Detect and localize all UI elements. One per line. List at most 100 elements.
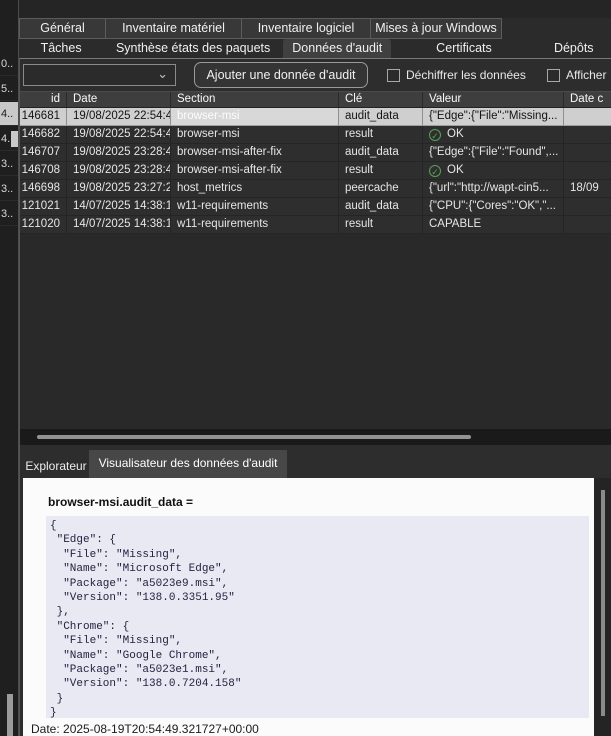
cell-value: ✓OK (423, 162, 564, 179)
chevron-down-icon: ⌄ (157, 66, 168, 82)
cell-section: w11-requirements (171, 216, 339, 233)
cell-id: 146681 (20, 108, 67, 125)
left-row-number[interactable]: 4.. (0, 102, 18, 126)
viewer-title: browser-msi.audit_data = (48, 495, 193, 509)
tab-synth-se-tats-des-paquets[interactable]: Synthèse états des paquets (103, 39, 283, 58)
table-row[interactable]: 12102114/07/2025 14:38:12w11-requirement… (20, 198, 611, 216)
cell-value: {"url":"http://wapt-cin5... (423, 180, 564, 197)
tab-g-n-ral[interactable]: Général (19, 18, 106, 39)
table-row[interactable]: 14670719/08/2025 23:28:48browser-msi-aft… (20, 144, 611, 162)
grid-body: 14668119/08/2025 22:54:49browser-msiaudi… (20, 108, 611, 234)
column-header-date[interactable]: Date (67, 92, 171, 107)
viewer-date-line: Date: 2025-08-19T20:54:49.321727+00:00 (31, 722, 259, 736)
tab-t-ches[interactable]: Tâches (19, 39, 103, 58)
cell-date-created (564, 144, 611, 161)
left-row-number[interactable]: 3.. (0, 152, 18, 176)
cell-section: browser-msi (171, 126, 339, 143)
cell-date: 19/08/2025 22:54:49 (67, 126, 171, 143)
table-row[interactable]: 12102014/07/2025 14:38:12w11-requirement… (20, 216, 611, 234)
audit-panel: ⌄ Ajouter une donnée d'audit Déchiffrer … (19, 58, 611, 736)
cell-value: CAPABLE (423, 216, 564, 233)
cell-value: {"CPU":{"Cores":"OK","... (423, 198, 564, 215)
cell-id: 146707 (20, 144, 67, 161)
tab-bar-second: TâchesSynthèse états des paquetsDonnées … (19, 39, 611, 58)
cell-date-created (564, 162, 611, 179)
left-row-number[interactable]: 5.. (0, 77, 18, 101)
show-checkbox[interactable] (547, 69, 560, 82)
cell-date: 19/08/2025 22:54:49 (67, 108, 171, 125)
cell-id: 146708 (20, 162, 67, 179)
horizontal-scrollbar-thumb[interactable] (37, 435, 471, 439)
column-header-section[interactable]: Section (171, 92, 339, 107)
tab-bar-top: GénéralInventaire matérielInventaire log… (19, 18, 611, 39)
cell-value: {"Edge":{"File":"Found",... (423, 144, 564, 161)
viewer-json-block: { "Edge": { "File": "Missing", "Name": "… (46, 516, 589, 718)
horizontal-scrollbar[interactable] (20, 429, 611, 445)
grid-header-row: idDateSectionCléValeurDate c (20, 91, 611, 108)
main-area: GénéralInventaire matérielInventaire log… (19, 0, 611, 736)
cell-key: audit_data (339, 198, 423, 215)
cell-date: 19/08/2025 23:28:48 (67, 144, 171, 161)
table-row[interactable]: 14668219/08/2025 22:54:49browser-msiresu… (20, 126, 611, 144)
add-audit-button[interactable]: Ajouter une donnée d'audit (194, 62, 368, 88)
cell-date: 14/07/2025 14:38:12 (67, 198, 171, 215)
table-row[interactable]: 14668119/08/2025 22:54:49browser-msiaudi… (20, 108, 611, 126)
cell-id: 121020 (20, 216, 67, 233)
top-band (19, 0, 611, 18)
app-window: 0..5..4..4..3..3..3.. GénéralInventaire … (0, 0, 611, 736)
column-header-cl-[interactable]: Clé (339, 92, 423, 107)
tab-d-p-ts[interactable]: Dépôts (537, 39, 611, 58)
left-row-number[interactable]: 3.. (0, 177, 18, 201)
table-row[interactable]: 14670819/08/2025 23:28:48browser-msi-aft… (20, 162, 611, 180)
tab-inventaire-logiciel[interactable]: Inventaire logiciel (242, 18, 371, 39)
cell-date-created (564, 126, 611, 143)
cell-date: 19/08/2025 23:27:26 (67, 180, 171, 197)
cell-section: w11-requirements (171, 198, 339, 215)
tab-mises-jour-windows[interactable]: Mises à jour Windows (371, 18, 502, 39)
audit-filter-combobox[interactable]: ⌄ (23, 64, 176, 86)
audit-grid: idDateSectionCléValeurDate c 14668119/08… (20, 91, 611, 429)
cell-key: result (339, 162, 423, 179)
cell-section: browser-msi (171, 108, 339, 125)
audit-data-viewer: browser-msi.audit_data = { "Edge": { "Fi… (23, 478, 594, 736)
table-row[interactable]: 14669819/08/2025 23:27:26host_metricspee… (20, 180, 611, 198)
viewer-scrollbar[interactable] (594, 478, 611, 736)
show-checkbox-label: Afficher (566, 68, 606, 82)
cell-section: browser-msi-after-fix (171, 144, 339, 161)
cell-date-created (564, 198, 611, 215)
cell-key: audit_data (339, 108, 423, 125)
tab-donn-es-d-audit[interactable]: Données d'audit (283, 39, 391, 58)
show-checkbox-row: Afficher (547, 68, 611, 82)
viewer-tab-bar: ExplorateurVisualisateur des données d'a… (20, 450, 611, 478)
cell-value: {"Edge":{"File":"Missing... (423, 108, 564, 125)
tab-explorateur[interactable]: Explorateur (23, 454, 89, 478)
left-row-number[interactable]: 0.. (0, 52, 18, 76)
left-panel-edge: 0..5..4..4..3..3..3.. (0, 0, 19, 736)
tab-visualisateur-des-donn-es-d-audit[interactable]: Visualisateur des données d'audit (89, 450, 287, 478)
cell-key: result (339, 216, 423, 233)
cell-value: ✓OK (423, 126, 564, 143)
cell-section: host_metrics (171, 180, 339, 197)
viewer-scrollbar-thumb[interactable] (601, 490, 605, 716)
cell-date: 14/07/2025 14:38:12 (67, 216, 171, 233)
cell-id: 146698 (20, 180, 67, 197)
column-header-valeur[interactable]: Valeur (423, 92, 564, 107)
decrypt-checkbox-label: Déchiffrer les données (406, 68, 526, 82)
decrypt-data-checkbox-row: Déchiffrer les données (387, 68, 526, 82)
cell-date-created (564, 216, 611, 233)
tab-certificats[interactable]: Certificats (391, 39, 536, 58)
left-scrollbar-thumb[interactable] (7, 694, 13, 736)
column-header-id[interactable]: id (20, 92, 67, 107)
cell-id: 146682 (20, 126, 67, 143)
tab-inventaire-mat-riel[interactable]: Inventaire matériel (106, 18, 242, 39)
cell-date-created (564, 108, 611, 125)
cell-date-created: 18/09 (564, 180, 611, 197)
cell-key: result (339, 126, 423, 143)
column-header-date-c[interactable]: Date c (564, 92, 611, 107)
decrypt-checkbox[interactable] (387, 69, 400, 82)
ok-icon: ✓ (429, 129, 441, 141)
ok-icon: ✓ (429, 165, 441, 177)
left-row-selection-marker (11, 131, 19, 147)
cell-date: 19/08/2025 23:28:48 (67, 162, 171, 179)
left-row-number[interactable]: 3.. (0, 202, 18, 226)
